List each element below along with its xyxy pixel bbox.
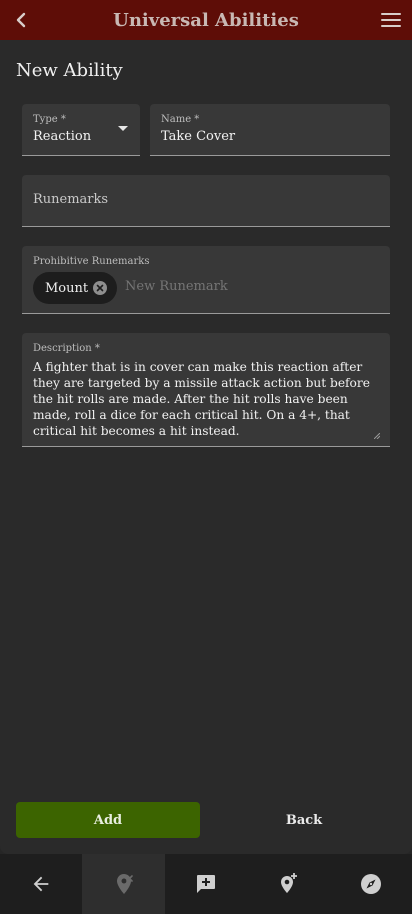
runemark-chip[interactable]: Mount <box>33 272 117 304</box>
type-select[interactable]: Type * Reaction <box>22 104 140 156</box>
prohibitive-runemarks-label: Prohibitive Runemarks <box>33 256 150 267</box>
chip-label: Mount <box>45 280 89 296</box>
add-button[interactable]: Add <box>16 802 200 838</box>
name-label: Name * <box>161 114 200 125</box>
form-panel: New Ability Type * Reaction Name * Take … <box>0 40 412 854</box>
description-label: Description * <box>33 343 100 354</box>
chevron-left-icon <box>16 12 26 28</box>
runemarks-field[interactable]: Runemarks <box>22 175 390 227</box>
header-back-button[interactable] <box>10 8 32 32</box>
back-arrow-icon <box>33 876 49 892</box>
header-title: Universal Abilities <box>113 9 299 31</box>
resize-handle-icon[interactable] <box>374 433 380 439</box>
description-value: A fighter that is in cover can make this… <box>33 360 370 438</box>
name-field[interactable]: Name * Take Cover <box>150 104 390 156</box>
add-location-icon <box>281 873 298 893</box>
hamburger-menu-icon[interactable] <box>380 10 402 30</box>
page-title: New Ability <box>16 60 123 81</box>
nav-explore[interactable] <box>330 854 412 914</box>
location-off-icon <box>116 874 133 894</box>
compass-icon <box>360 874 381 894</box>
add-comment-icon <box>197 875 216 893</box>
type-label: Type * <box>33 114 66 125</box>
bottom-navigation <box>0 854 412 914</box>
new-runemark-input[interactable] <box>125 279 275 294</box>
nav-add-location[interactable] <box>247 854 329 914</box>
type-value: Reaction <box>33 129 92 144</box>
nav-location-off[interactable] <box>82 854 165 914</box>
app-header: Universal Abilities <box>0 0 412 40</box>
nav-add-comment[interactable] <box>165 854 247 914</box>
back-button[interactable]: Back <box>212 802 396 838</box>
runemarks-placeholder: Runemarks <box>33 192 109 207</box>
prohibitive-runemarks-field: Prohibitive Runemarks Mount <box>22 246 390 314</box>
close-circle-icon[interactable] <box>93 281 107 295</box>
description-field[interactable]: Description * A fighter that is in cover… <box>22 333 390 447</box>
name-value: Take Cover <box>161 129 236 144</box>
nav-back[interactable] <box>0 854 82 914</box>
caret-down-icon <box>118 126 128 131</box>
